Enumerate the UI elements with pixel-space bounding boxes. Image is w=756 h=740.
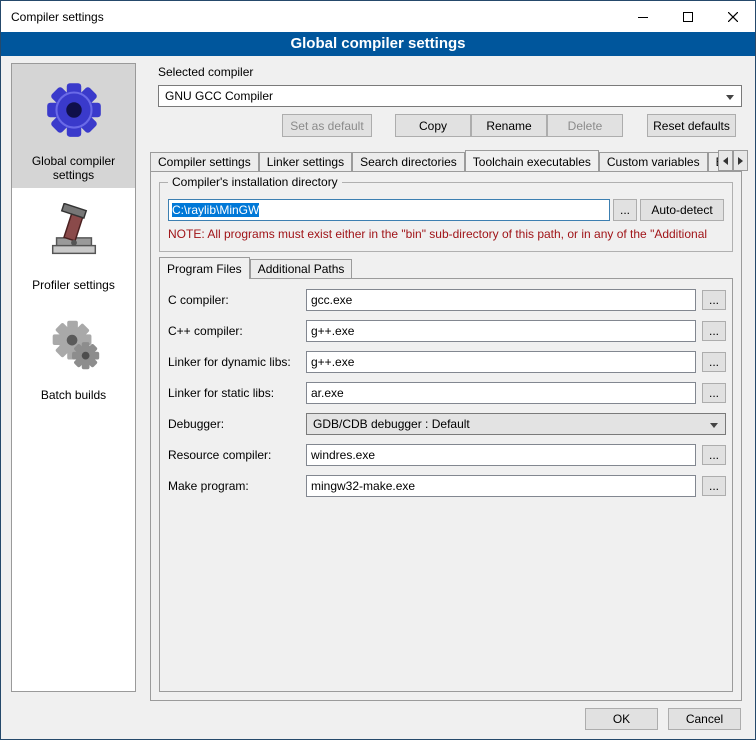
sidebar-item-batch-builds[interactable]: Batch builds: [12, 298, 135, 408]
close-button[interactable]: [710, 1, 755, 32]
installation-note: NOTE: All programs must exist either in …: [168, 227, 730, 241]
cancel-button[interactable]: Cancel: [668, 708, 741, 730]
field-label: Debugger:: [168, 417, 224, 431]
page-title: Global compiler settings: [1, 32, 755, 56]
resource-compiler-input[interactable]: [306, 444, 696, 466]
settings-category-list: Global compiler settings Profiler settin…: [11, 63, 136, 692]
compiler-settings-window: Compiler settings Global compiler settin…: [0, 0, 756, 740]
field-row-c-compiler: C compiler: ...: [160, 289, 732, 311]
tab-compiler-settings[interactable]: Compiler settings: [150, 152, 259, 171]
sidebar-item-label: Profiler settings: [16, 278, 131, 292]
window-controls: [620, 1, 755, 32]
browse-button[interactable]: ...: [702, 383, 726, 403]
maximize-icon: [683, 12, 693, 22]
field-row-static-linker: Linker for static libs: ...: [160, 382, 732, 404]
browse-button[interactable]: ...: [702, 290, 726, 310]
browse-button[interactable]: ...: [702, 445, 726, 465]
tab-linker-settings[interactable]: Linker settings: [259, 152, 352, 171]
arrow-right-icon: [738, 157, 743, 165]
field-label: Linker for dynamic libs:: [168, 355, 291, 369]
debugger-select[interactable]: GDB/CDB debugger : Default: [306, 413, 726, 435]
c-compiler-input[interactable]: [306, 289, 696, 311]
sidebar-item-label: Global compiler settings: [16, 154, 131, 182]
field-row-debugger: Debugger: GDB/CDB debugger : Default: [160, 413, 732, 435]
compiler-select-value: GNU GCC Compiler: [165, 89, 273, 103]
field-label: Make program:: [168, 479, 249, 493]
main-content: Selected compiler GNU GCC Compiler Set a…: [146, 63, 742, 701]
installation-directory-row: C:\raylib\MinGW ... Auto-detect: [168, 199, 724, 221]
browse-directory-button[interactable]: ...: [613, 199, 637, 221]
copy-button[interactable]: Copy: [395, 114, 471, 137]
dynamic-libs-linker-input[interactable]: [306, 351, 696, 373]
tab-search-directories[interactable]: Search directories: [352, 152, 465, 171]
ok-button[interactable]: OK: [585, 708, 658, 730]
field-label: Resource compiler:: [168, 448, 271, 462]
selected-compiler-label: Selected compiler: [158, 65, 253, 79]
maximize-button[interactable]: [665, 1, 710, 32]
close-icon: [728, 12, 738, 22]
chevron-down-icon: [710, 423, 718, 428]
tab-program-files[interactable]: Program Files: [159, 257, 250, 279]
toolchain-executables-panel: Compiler's installation directory C:\ray…: [150, 171, 742, 701]
window-title: Compiler settings: [1, 10, 104, 24]
reset-defaults-button[interactable]: Reset defaults: [647, 114, 736, 137]
field-row-make-program: Make program: ...: [160, 475, 732, 497]
tab-scrollers: [718, 150, 748, 171]
field-label: C++ compiler:: [168, 324, 243, 338]
auto-detect-button[interactable]: Auto-detect: [640, 199, 724, 221]
profiler-clamp-icon: [16, 196, 131, 272]
tab-toolchain-executables[interactable]: Toolchain executables: [465, 150, 599, 171]
browse-button[interactable]: ...: [702, 352, 726, 372]
installation-directory-group: Compiler's installation directory C:\ray…: [159, 182, 733, 252]
delete-button: Delete: [547, 114, 623, 137]
installation-directory-value: C:\raylib\MinGW: [172, 203, 259, 217]
static-libs-linker-input[interactable]: [306, 382, 696, 404]
settings-tabs: Compiler settings Linker settings Search…: [150, 150, 742, 171]
tab-scroll-right-button[interactable]: [733, 150, 748, 171]
minimize-button[interactable]: [620, 1, 665, 32]
program-files-panel: C compiler: ... C++ compiler: ... Linker…: [159, 278, 733, 692]
sidebar-item-profiler-settings[interactable]: Profiler settings: [12, 188, 135, 298]
dialog-footer: OK Cancel: [585, 708, 741, 730]
rename-button[interactable]: Rename: [471, 114, 547, 137]
debugger-select-value: GDB/CDB debugger : Default: [313, 417, 470, 431]
browse-button[interactable]: ...: [702, 476, 726, 496]
titlebar: Compiler settings: [1, 1, 755, 32]
tab-custom-variables[interactable]: Custom variables: [599, 152, 708, 171]
gray-gears-icon: [16, 306, 131, 382]
tab-additional-paths[interactable]: Additional Paths: [250, 259, 353, 278]
cpp-compiler-input[interactable]: [306, 320, 696, 342]
arrow-left-icon: [723, 157, 728, 165]
field-label: Linker for static libs:: [168, 386, 274, 400]
field-row-dynamic-linker: Linker for dynamic libs: ...: [160, 351, 732, 373]
field-row-resource-compiler: Resource compiler: ...: [160, 444, 732, 466]
blue-gear-icon: [16, 72, 131, 148]
set-as-default-button: Set as default: [282, 114, 372, 137]
sidebar-item-label: Batch builds: [16, 388, 131, 402]
installation-directory-group-title: Compiler's installation directory: [168, 175, 342, 189]
sidebar-item-global-compiler-settings[interactable]: Global compiler settings: [12, 64, 135, 188]
compiler-select[interactable]: GNU GCC Compiler: [158, 85, 742, 107]
tab-scroll-left-button[interactable]: [718, 150, 733, 171]
field-label: C compiler:: [168, 293, 229, 307]
make-program-input[interactable]: [306, 475, 696, 497]
field-row-cpp-compiler: C++ compiler: ...: [160, 320, 732, 342]
minimize-icon: [638, 12, 648, 22]
installation-directory-input[interactable]: C:\raylib\MinGW: [168, 199, 610, 221]
chevron-down-icon: [726, 95, 734, 100]
browse-button[interactable]: ...: [702, 321, 726, 341]
program-tabs: Program Files Additional Paths: [159, 257, 352, 278]
